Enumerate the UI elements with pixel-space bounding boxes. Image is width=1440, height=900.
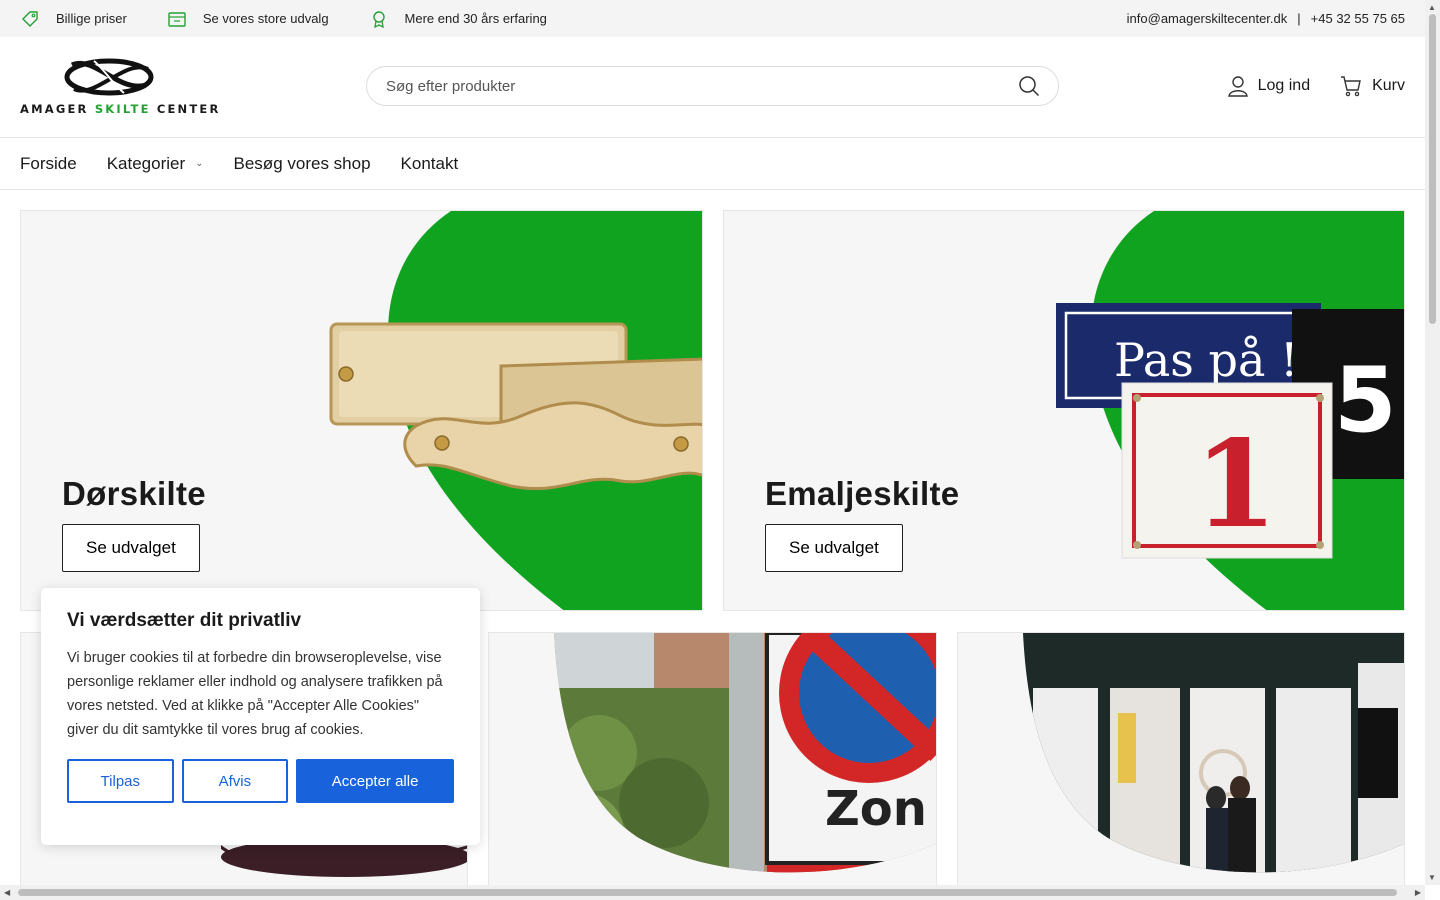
contact-info: info@amagerskiltecenter.dk | +45 32 55 7… — [1127, 11, 1405, 26]
reject-button[interactable]: Afvis — [181, 759, 289, 803]
nav-label: Kategorier — [106, 153, 186, 173]
logo-wordmark: AMAGER SKILTE CENTER — [20, 102, 221, 116]
top-bar: Billige priser Se vores store udvalg Mer… — [0, 0, 1425, 37]
site-logo[interactable]: AMAGER SKILTE CENTER — [20, 55, 218, 117]
scroll-down-icon[interactable]: ▼ — [1428, 873, 1436, 882]
cart-button[interactable]: Kurv — [1340, 75, 1405, 97]
sign-text-zone: Zon — [825, 781, 927, 837]
card-title: Dørskilte — [62, 475, 206, 512]
usp-item: Mere end 30 års erfaring — [369, 9, 547, 29]
usp-item: Se vores store udvalg — [167, 9, 329, 29]
usp-label: Mere end 30 års erfaring — [404, 11, 547, 26]
logo-word-skilte: SKILTE — [94, 102, 151, 116]
logo-word-amager: AMAGER — [20, 102, 89, 116]
usp-item: Billige priser — [20, 9, 127, 29]
nav-item-forside[interactable]: Forside — [20, 154, 77, 174]
cookie-text: Vi bruger cookies til at forbedre din br… — [67, 650, 443, 738]
usp-label: Se vores store udvalg — [202, 11, 329, 26]
user-icon — [1227, 76, 1248, 97]
scroll-thumb[interactable] — [1429, 14, 1436, 324]
svg-text:5: 5 — [1334, 348, 1397, 453]
see-selection-button[interactable]: Se udvalget — [62, 524, 200, 572]
customize-button[interactable]: Tilpas — [67, 759, 174, 803]
usp-label: Billige priser — [56, 11, 127, 26]
nav-label: Besøg vores shop — [233, 153, 371, 173]
category-card-4[interactable]: Zon — [488, 632, 937, 900]
category-card-emaljeskilte[interactable]: Pas på ! 5 1 Emaljeskilte Se udvalget — [723, 210, 1405, 611]
shop-front-image — [1023, 633, 1404, 873]
scroll-up-icon[interactable]: ▲ — [1428, 3, 1436, 12]
see-selection-button[interactable]: Se udvalget — [765, 524, 903, 572]
horizontal-scrollbar[interactable]: ◀ ▶ — [0, 885, 1425, 900]
card-title: Emaljeskilte — [765, 475, 960, 512]
sign-text-number: 1 — [1194, 414, 1278, 555]
accept-all-button[interactable]: Accepter alle — [296, 759, 455, 803]
zone-sign-image: Zon — [554, 633, 936, 873]
site-header: AMAGER SKILTE CENTER Log ind Kurv — [0, 37, 1425, 138]
nav-label: Forside — [20, 153, 77, 173]
cookie-consent-banner: Vi værdsætter dit privatliv Vi bruger co… — [41, 588, 480, 845]
scroll-left-icon[interactable]: ◀ — [4, 888, 10, 897]
price-tag-icon — [22, 10, 38, 27]
category-card-dorskilte[interactable]: Dørskilte Se udvalget — [20, 210, 703, 611]
logo-emblem-icon — [64, 58, 154, 96]
nav-item-kategorier[interactable]: Kategorier ⌄ — [107, 154, 204, 174]
chevron-down-icon: ⌄ — [195, 158, 204, 169]
cookie-buttons: Tilpas Afvis Accepter alle — [67, 759, 455, 803]
header-actions: Log ind Kurv — [1227, 75, 1405, 97]
main-nav: Forside Kategorier ⌄ Besøg vores shop Kon… — [0, 138, 1425, 190]
category-card-5[interactable] — [957, 632, 1405, 900]
cart-label: Kurv — [1372, 77, 1405, 94]
search-input[interactable] — [386, 77, 1018, 95]
search-bar — [366, 66, 1059, 106]
separator: | — [1297, 11, 1301, 26]
email-link[interactable]: info@amagerskiltecenter.dk — [1127, 11, 1288, 26]
nav-item-shop[interactable]: Besøg vores shop — [234, 154, 371, 174]
sign-text-paspaa: Pas på ! — [1114, 333, 1299, 387]
nav-item-kontakt[interactable]: Kontakt — [401, 154, 459, 174]
nav-label: Kontakt — [400, 153, 459, 173]
logo-word-center: CENTER — [156, 102, 221, 116]
cookie-title: Vi værdsætter dit privatliv — [67, 610, 302, 631]
scroll-right-icon[interactable]: ▶ — [1415, 888, 1421, 897]
phone-link[interactable]: +45 32 55 75 65 — [1311, 11, 1405, 26]
delivery-box-icon — [168, 11, 186, 27]
cart-icon — [1341, 76, 1361, 97]
scroll-thumb[interactable] — [18, 889, 1397, 896]
search-icon[interactable] — [1018, 75, 1040, 97]
login-label: Log ind — [1257, 77, 1311, 94]
vertical-scrollbar[interactable]: ▲ ▼ — [1425, 0, 1440, 885]
award-icon — [372, 10, 385, 28]
login-button[interactable]: Log ind — [1227, 75, 1311, 97]
